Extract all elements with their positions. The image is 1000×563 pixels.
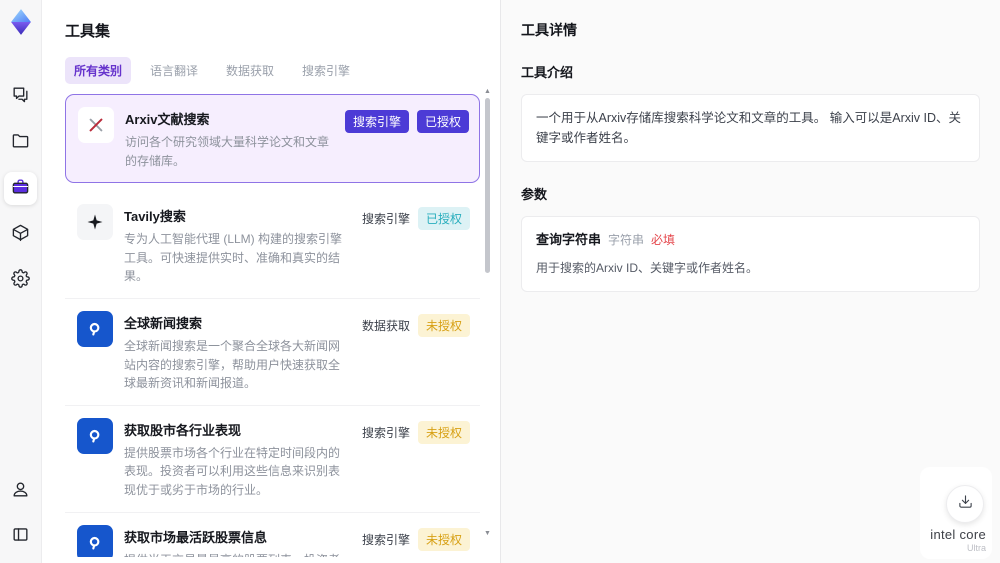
download-icon	[958, 494, 973, 514]
tab-language-translation[interactable]: 语言翻译	[141, 57, 207, 84]
tool-list: Arxiv文献搜索 访问各个研究领域大量科学论文和文章的存储库。 搜索引擎 已授…	[65, 94, 480, 557]
tool-title: Tavily搜索	[124, 209, 186, 225]
param-description: 用于搜索的Arxiv ID、关键字或作者姓名。	[536, 260, 759, 275]
cube-icon	[11, 223, 30, 247]
tool-title: 获取股市各行业表现	[124, 422, 242, 438]
category-label: 搜索引擎	[361, 425, 410, 440]
intro-text: 一个用于从Arxiv存储库搜索科学论文和文章的工具。 输入可以是Arxiv ID…	[536, 111, 962, 145]
toolbox-icon	[11, 177, 30, 201]
chat-icon	[11, 85, 30, 109]
tool-title: 获取市场最活跃股票信息	[124, 529, 268, 545]
download-button[interactable]	[946, 485, 984, 523]
search-service-icon	[77, 310, 113, 347]
tab-data-fetch[interactable]: 数据获取	[217, 57, 283, 84]
sidebar-item-settings[interactable]	[4, 264, 37, 297]
intel-ultra-label: Ultra	[966, 543, 986, 553]
tool-list-panel: 工具集 所有类别 语言翻译 数据获取 搜索引擎 Arxiv文献搜索 访问各个研究…	[42, 0, 500, 563]
user-icon	[11, 480, 30, 504]
category-tabs: 所有类别 语言翻译 数据获取 搜索引擎	[65, 57, 500, 84]
tool-description: 提供当天交易量最高的股票列表。投资者可以利用这些信息来识别流动性强的股票和潜在的…	[124, 551, 351, 557]
sidebar-item-files[interactable]	[4, 126, 37, 159]
intro-heading: 工具介绍	[521, 65, 574, 80]
tool-list-item-tavily[interactable]: Tavily搜索 专为人工智能代理 (LLM) 构建的搜索引擎工具。可快速提供实…	[65, 192, 480, 299]
param-required-badge: 必填	[651, 233, 676, 247]
layout-panel-icon	[11, 525, 30, 549]
user-avatar-button[interactable]	[4, 475, 37, 508]
intel-core-wordmark: intel core	[930, 527, 986, 542]
tool-description: 提供股票市场各个行业在特定时间段内的表现。投资者可以利用这些信息来识别表现优于或…	[124, 445, 341, 497]
tool-list-item-stock-sectors[interactable]: 获取股市各行业表现 提供股票市场各个行业在特定时间段内的表现。投资者可以利用这些…	[65, 405, 480, 513]
param-type: 字符串	[608, 233, 645, 247]
status-badge: 已授权	[417, 207, 470, 231]
search-service-icon	[77, 417, 113, 454]
scrollbar-thumb[interactable]	[485, 98, 490, 273]
tool-list-item-arxiv[interactable]: Arxiv文献搜索 访问各个研究领域大量科学论文和文章的存储库。 搜索引擎 已授…	[65, 94, 480, 184]
gear-icon	[11, 268, 30, 293]
sidebar-item-chat[interactable]	[4, 80, 37, 113]
status-badge: 未授权	[417, 527, 470, 551]
intro-box: 一个用于从Arxiv存储库搜索科学论文和文章的工具。 输入可以是Arxiv ID…	[521, 94, 980, 162]
tool-description: 专为人工智能代理 (LLM) 构建的搜索引擎工具。可快速提供实时、准确和真实的结…	[124, 232, 343, 284]
category-label: 搜索引擎	[361, 532, 410, 547]
details-title: 工具详情	[521, 22, 577, 38]
scroll-up-icon[interactable]: ▲	[484, 88, 491, 95]
param-box: 查询字符串 字符串 必填 用于搜索的Arxiv ID、关键字或作者姓名。	[521, 216, 980, 292]
search-service-icon	[77, 524, 113, 557]
scroll-down-icon[interactable]: ▼	[484, 530, 491, 537]
param-name: 查询字符串	[536, 232, 602, 247]
category-label: 搜索引擎	[361, 212, 410, 227]
params-heading: 参数	[521, 187, 548, 202]
collapse-panel-button[interactable]	[4, 520, 37, 553]
folder-icon	[11, 131, 30, 155]
sidebar-item-packages[interactable]	[4, 218, 37, 251]
category-badge: 搜索引擎	[344, 110, 409, 133]
status-badge: 已授权	[416, 110, 469, 133]
page-title: 工具集	[65, 23, 111, 40]
tool-description: 全球新闻搜索是一个聚合全球各大新闻网站内容的搜索引擎，帮助用户快速获取全球最新资…	[124, 338, 341, 391]
intel-core-logo: intel core Ultra	[930, 527, 986, 553]
tool-title: Arxiv文献搜索	[125, 112, 210, 127]
tool-list-item-global-news[interactable]: 全球新闻搜索 全球新闻搜索是一个聚合全球各大新闻网站内容的搜索引擎，帮助用户快速…	[65, 298, 480, 406]
tool-list-item-active-stocks[interactable]: 获取市场最活跃股票信息 提供当天交易量最高的股票列表。投资者可以利用这些信息来识…	[65, 512, 480, 557]
sidebar-item-tools[interactable]	[4, 172, 37, 205]
tool-description: 访问各个研究领域大量科学论文和文章的存储库。	[125, 135, 330, 168]
status-badge: 未授权	[417, 420, 470, 444]
tab-search-engine[interactable]: 搜索引擎	[293, 57, 359, 84]
status-badge: 未授权	[417, 313, 470, 337]
app-logo	[7, 8, 35, 36]
tool-title: 全球新闻搜索	[124, 315, 203, 331]
category-label: 数据获取	[361, 318, 410, 333]
tavily-logo-icon	[77, 204, 113, 241]
tab-all-categories[interactable]: 所有类别	[65, 57, 132, 84]
arxiv-logo-icon	[78, 107, 114, 143]
list-scrollbar[interactable]: ▲ ▼	[484, 88, 491, 561]
left-sidebar	[0, 0, 42, 563]
